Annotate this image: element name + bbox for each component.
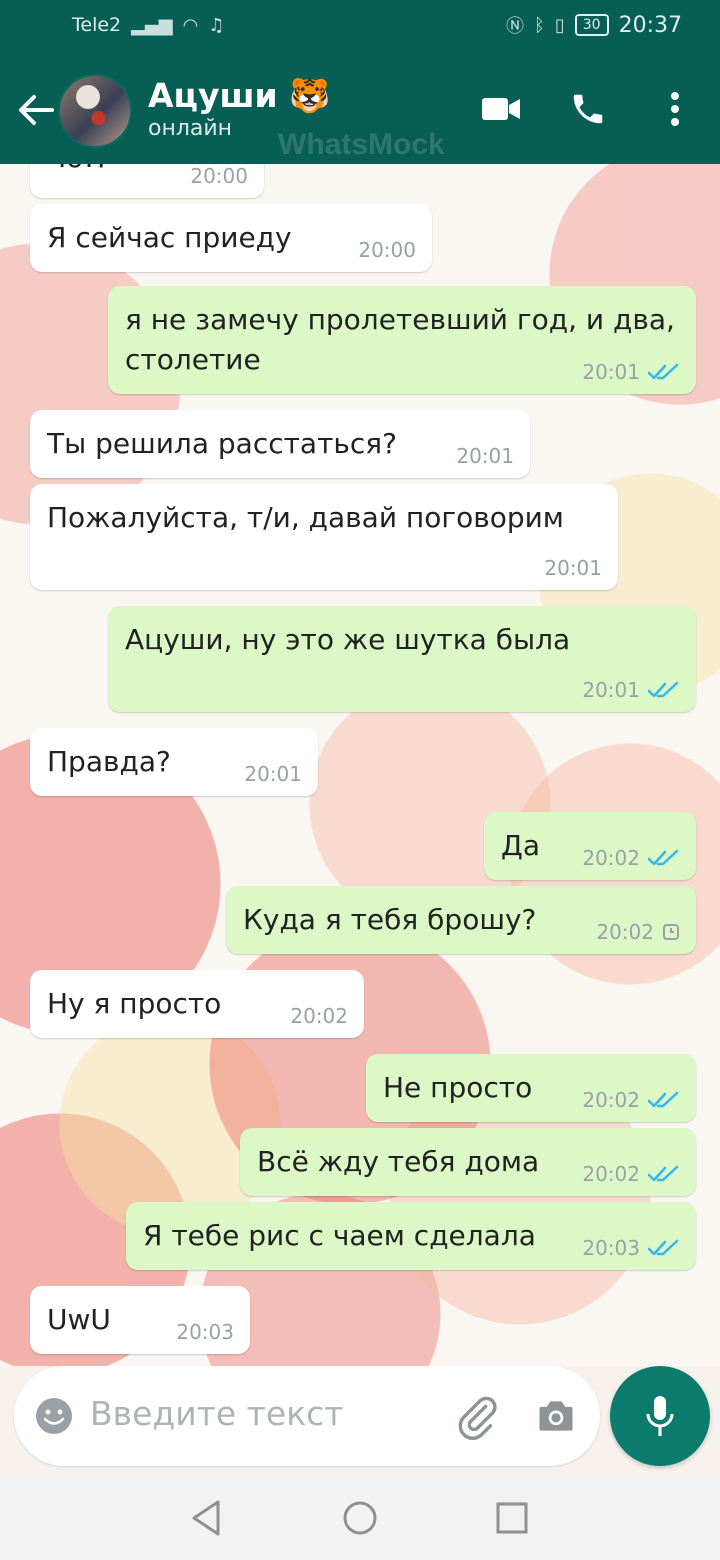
message-text: Куда я тебя брошу? xyxy=(243,903,537,936)
microphone-icon xyxy=(646,1396,674,1436)
message-bubble-incoming[interactable]: Правда? 20:01 xyxy=(30,728,318,796)
video-call-button[interactable] xyxy=(480,84,522,134)
nav-recents-icon[interactable] xyxy=(494,1498,530,1538)
more-options-button[interactable] xyxy=(660,84,690,134)
message-text: Ну я просто xyxy=(47,987,222,1020)
message-input-container[interactable]: Введите текст xyxy=(14,1366,600,1466)
message-bubble-outgoing[interactable]: Всё жду тебя дома 20:02 xyxy=(240,1128,696,1196)
more-vertical-icon xyxy=(671,92,679,126)
message-bubble-outgoing[interactable]: Да 20:02 xyxy=(484,812,696,880)
contact-name[interactable]: Ацуши 🐯 xyxy=(148,76,330,116)
message-text: Чо!? xyxy=(47,164,109,178)
double-check-read-icon xyxy=(648,1091,679,1108)
wifi-icon: ◠ xyxy=(182,14,199,36)
bluetooth-icon: ᛒ xyxy=(534,14,545,36)
message-text: Не просто xyxy=(383,1071,533,1104)
message-text: Я тебе рис с чаем сделала xyxy=(143,1219,536,1252)
camera-icon[interactable] xyxy=(534,1394,578,1438)
message-time: 20:03 xyxy=(176,1320,234,1344)
message-bubble-incoming[interactable]: Ты решила расстаться? 20:01 xyxy=(30,410,530,478)
message-time: 20:03 xyxy=(582,1236,640,1260)
message-text: Ацуши, ну это же шутка была xyxy=(125,623,571,656)
message-text: UwU xyxy=(47,1303,111,1336)
attachment-icon[interactable] xyxy=(454,1394,500,1440)
message-time: 20:01 xyxy=(582,360,640,384)
chat-header: Ацуши 🐯 онлайн WhatsMock xyxy=(0,54,720,164)
phone-icon xyxy=(573,94,603,124)
message-time: 20:00 xyxy=(358,238,416,262)
message-input-placeholder[interactable]: Введите текст xyxy=(90,1394,344,1433)
emoji-icon[interactable] xyxy=(34,1396,74,1436)
message-bubble-incoming[interactable]: Пожалуйста, т/и, давай поговорим 20:01 xyxy=(30,484,618,590)
message-text: Пожалуйста, т/и, давай поговорим xyxy=(47,501,564,534)
voice-call-button[interactable] xyxy=(566,84,610,134)
message-time: 20:02 xyxy=(582,1088,640,1112)
carrier-label: Tele2 xyxy=(72,14,122,36)
message-text: Я сейчас приеду xyxy=(47,221,292,254)
message-time: 20:01 xyxy=(582,678,640,702)
voice-message-button[interactable] xyxy=(610,1366,710,1466)
pending-clock-icon xyxy=(663,924,679,940)
clock-time: 20:37 xyxy=(618,12,682,38)
message-bubble-outgoing[interactable]: я не замечу пролетевший год, и два, стол… xyxy=(108,286,696,394)
music-icon: ♫ xyxy=(208,14,225,36)
status-bar: Tele2 ▂▄▆ ◠ ♫ Ⓝ ᛒ ▯ 30 20:37 xyxy=(0,0,720,54)
message-bubble-outgoing[interactable]: Куда я тебя брошу? 20:02 xyxy=(226,886,696,954)
nav-home-icon[interactable] xyxy=(342,1498,378,1538)
message-bubble-outgoing[interactable]: Ацуши, ну это же шутка была 20:01 xyxy=(108,606,696,712)
contact-avatar[interactable] xyxy=(58,74,132,148)
message-bubble-incoming[interactable]: Чо!? 20:00 xyxy=(30,164,264,198)
vibrate-icon: ▯ xyxy=(554,14,565,36)
status-right: Ⓝ ᛒ ▯ 30 20:37 xyxy=(506,12,682,38)
message-time: 20:02 xyxy=(582,1162,640,1186)
message-time: 20:01 xyxy=(456,444,514,468)
message-bubble-outgoing[interactable]: Я тебе рис с чаем сделала 20:03 xyxy=(126,1202,696,1270)
message-time: 20:02 xyxy=(596,920,654,944)
message-bubble-incoming[interactable]: UwU 20:03 xyxy=(30,1286,250,1354)
status-left: Tele2 ▂▄▆ ◠ ♫ xyxy=(72,14,225,36)
message-text: Да xyxy=(501,829,541,862)
battery-indicator: 30 xyxy=(574,14,609,36)
double-check-read-icon xyxy=(648,681,679,698)
nfc-icon: Ⓝ xyxy=(506,16,525,37)
message-time: 20:02 xyxy=(290,1004,348,1028)
message-bubble-incoming[interactable]: Я сейчас приеду 20:00 xyxy=(30,204,432,272)
video-camera-icon xyxy=(482,98,520,120)
double-check-read-icon xyxy=(648,1165,679,1182)
message-text: Правда? xyxy=(47,745,171,778)
message-time: 20:01 xyxy=(244,762,302,786)
back-arrow-icon[interactable] xyxy=(14,88,58,132)
message-input-bar: Введите текст xyxy=(0,1366,720,1476)
chat-messages-area[interactable]: Чо!? 20:00 Я сейчас приеду 20:00 я не за… xyxy=(0,164,720,1366)
double-check-read-icon xyxy=(648,363,679,380)
message-time: 20:01 xyxy=(544,556,602,580)
watermark: WhatsMock xyxy=(278,128,445,161)
message-bubble-incoming[interactable]: Ну я просто 20:02 xyxy=(30,970,364,1038)
signal-icon: ▂▄▆ xyxy=(131,14,173,36)
message-time: 20:02 xyxy=(582,846,640,870)
double-check-read-icon xyxy=(648,849,679,866)
message-time: 20:00 xyxy=(190,164,248,188)
system-navigation-bar xyxy=(0,1476,720,1560)
message-text: Ты решила расстаться? xyxy=(47,427,397,460)
message-text: Всё жду тебя дома xyxy=(257,1145,540,1178)
message-bubble-outgoing[interactable]: Не просто 20:02 xyxy=(366,1054,696,1122)
contact-status: онлайн xyxy=(148,116,233,141)
double-check-read-icon xyxy=(648,1239,679,1256)
nav-back-icon[interactable] xyxy=(188,1498,224,1538)
